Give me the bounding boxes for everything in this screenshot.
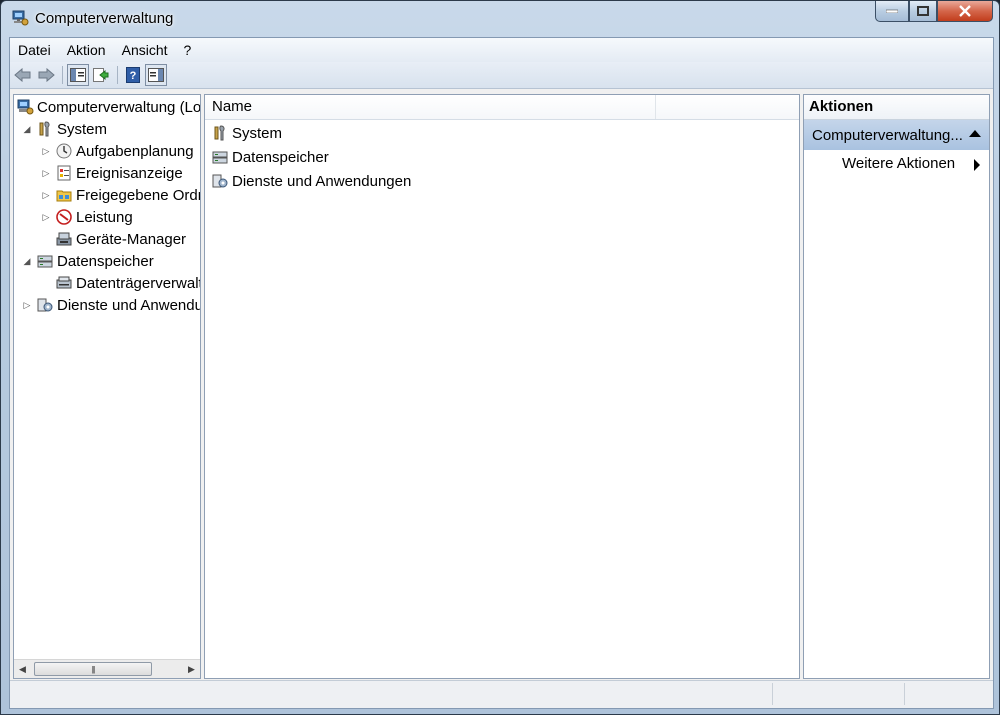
tree-item-label: Datenspeicher [57,252,154,270]
list-item-label: Dienste und Anwendungen [232,172,412,190]
menu-help[interactable]: ? [176,38,200,62]
minimize-button[interactable] [875,1,909,22]
actions-pane: Aktionen Computerverwaltung... Weitere A… [803,94,990,679]
tree-item-label: Leistung [76,208,133,226]
disk-icon [55,274,73,292]
menu-datei[interactable]: Datei [10,38,59,62]
collapse-up-icon[interactable] [969,130,981,137]
tree-item-aufgabenplanung[interactable]: ▷ Aufgabenplanung [41,140,194,162]
close-icon [959,5,971,17]
tree-root[interactable]: Computerverwaltung (Lo [16,96,201,118]
show-hide-action-pane-button[interactable] [145,64,167,86]
tree-horizontal-scrollbar[interactable]: ◀ ||| ▶ [14,659,200,678]
action-pane-icon [148,68,164,82]
expanded-icon[interactable]: ◢ [22,124,32,134]
window-title: Computerverwaltung [35,10,174,27]
back-button[interactable] [12,64,34,86]
storage-icon [36,252,54,270]
tree-item-datenspeicher[interactable]: ◢ Datenspeicher [22,250,154,272]
services-icon [36,296,54,314]
actions-header: Aktionen [804,95,989,120]
tree-item-ereignisanzeige[interactable]: ▷ Ereignisanzeige [41,162,183,184]
maximize-button[interactable] [909,1,937,22]
tree-item-label: Aufgabenplanung [76,142,194,160]
export-list-button[interactable] [90,64,112,86]
device-manager-icon [55,230,73,248]
menu-bar: Datei Aktion Ansicht ? [10,38,993,62]
event-viewer-icon [55,164,73,182]
tree-item-label: System [57,120,108,138]
help-button[interactable]: ? [122,64,144,86]
tree-item-label: Ereignisanzeige [76,164,183,182]
forward-arrow-icon [38,68,55,82]
tools-icon [211,124,229,142]
result-list: Name System Datenspeicher Dienste und An… [204,94,800,679]
submenu-arrow-icon [974,159,980,171]
scroll-left-arrow-icon[interactable]: ◀ [14,660,31,678]
toolbar: ? [10,62,993,89]
list-item-dienste-und-anwendungen[interactable]: Dienste und Anwendungen [211,170,411,192]
tree-root-label: Computerverwaltung (Lo [37,98,201,116]
actions-section-computerverwaltung[interactable]: Computerverwaltung... [804,120,989,150]
computer-management-icon [16,98,34,116]
clock-icon [55,142,73,160]
export-list-icon [93,68,109,82]
collapsed-icon[interactable]: ▷ [41,146,51,156]
collapsed-icon[interactable]: ▷ [41,212,51,222]
tree-item-label: Datenträgerverwalt [76,274,201,292]
forward-button[interactable] [35,64,57,86]
help-icon: ? [126,67,140,83]
scroll-right-arrow-icon[interactable]: ▶ [183,660,200,678]
tree-item-leistung[interactable]: ▷ Leistung [41,206,133,228]
toolbar-separator [117,66,118,84]
storage-icon [211,148,229,166]
back-arrow-icon [14,68,31,82]
minimize-icon [886,9,898,13]
tree-item-label: Dienste und Anwendu [57,296,201,314]
services-icon [211,172,229,190]
collapsed-icon[interactable]: ▷ [41,190,51,200]
shared-folder-icon [55,186,73,204]
list-item-label: System [232,124,283,142]
show-hide-tree-button[interactable] [67,64,89,86]
computer-management-icon [11,9,29,27]
actions-section-label: Computerverwaltung... [812,126,963,144]
title-bar[interactable]: Computerverwaltung [1,1,999,37]
tree-item-geraete-manager[interactable]: Geräte-Manager [55,228,186,250]
tree-item-system[interactable]: ◢ System [22,118,107,140]
column-header-name[interactable]: Name [205,95,656,119]
menu-ansicht[interactable]: Ansicht [114,38,176,62]
list-item-label: Datenspeicher [232,148,329,166]
collapsed-icon[interactable]: ▷ [22,300,32,310]
console-tree: Computerverwaltung (Lo ◢ System ▷ Aufgab… [13,94,201,679]
close-button[interactable] [937,1,993,22]
tree-item-dienste-und-anwendungen[interactable]: ▷ Dienste und Anwendu [22,294,201,316]
console-tree-icon [70,68,86,82]
status-segment [772,683,903,705]
status-segment [904,683,993,705]
toolbar-separator [62,66,63,84]
tree-item-freigegebene-ordner[interactable]: ▷ Freigegebene Ordn [41,184,201,206]
tools-icon [36,120,54,138]
tree-item-label: Geräte-Manager [76,230,187,248]
status-bar [10,680,993,708]
expanded-icon[interactable]: ◢ [22,256,32,266]
menu-aktion[interactable]: Aktion [59,38,114,62]
collapsed-icon[interactable]: ▷ [41,168,51,178]
weitere-aktionen-item[interactable]: Weitere Aktionen [842,155,955,172]
client-area: Datei Aktion Ansicht ? ? Computerverwalt… [9,37,994,709]
list-item-system[interactable]: System [211,122,282,144]
maximize-icon [917,6,929,16]
tree-item-label: Freigegebene Ordn [76,186,201,204]
app-window: Computerverwaltung Datei Aktion Ansicht … [0,0,1000,715]
list-item-datenspeicher[interactable]: Datenspeicher [211,146,329,168]
performance-icon [55,208,73,226]
scrollbar-thumb[interactable]: ||| [34,662,152,676]
list-header: Name [205,95,799,120]
svg-text:?: ? [130,70,137,82]
tree-item-datentraegerverwaltung[interactable]: Datenträgerverwalt [55,272,201,294]
